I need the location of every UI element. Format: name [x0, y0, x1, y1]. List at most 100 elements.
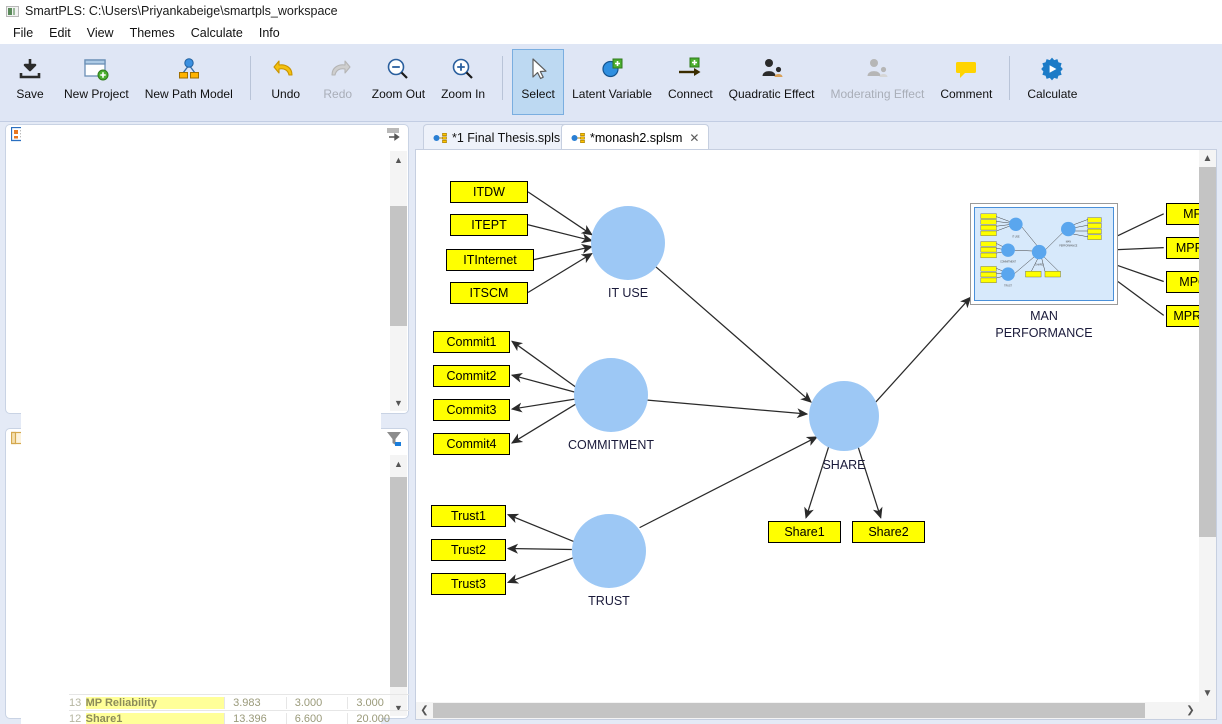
latent-variable-share[interactable]: [809, 381, 879, 451]
connect-label: Connect: [667, 87, 713, 101]
smartpls-window: SmartPLS: C:\Users\Priyankabeige\smartpl…: [0, 0, 1222, 724]
moderating-effect-button[interactable]: Moderating Effect: [822, 49, 932, 115]
menu-info[interactable]: Info: [251, 24, 288, 42]
filter-icon[interactable]: [386, 431, 403, 452]
canvas-horizontal-scrollbar[interactable]: ❮ ❯: [416, 702, 1199, 719]
latent-variable-label: Latent Variable: [572, 87, 652, 101]
select-tool-button[interactable]: Select: [512, 49, 565, 115]
zoom-in-label: Zoom In: [441, 87, 486, 101]
menu-view[interactable]: View: [79, 24, 122, 42]
path-model-canvas[interactable]: ITDW ITEPT ITInternet ITSCM IT USE Commi…: [416, 150, 1199, 702]
select-cursor-icon: [525, 54, 551, 84]
path-model-icon: [571, 132, 585, 144]
comment-button[interactable]: Comment: [932, 49, 1000, 115]
new-project-label: New Project: [64, 87, 129, 101]
path-model-icon: [433, 132, 447, 144]
indicator-mpqu[interactable]: MPQu: [1166, 271, 1199, 293]
svg-text:SHARE: SHARE: [1035, 264, 1043, 267]
menu-edit[interactable]: Edit: [41, 24, 79, 42]
indicator-itept[interactable]: ITEPT: [450, 214, 528, 236]
moderating-effect-label: Moderating Effect: [830, 87, 925, 101]
tab-monash2[interactable]: *monash2.splsm ✕: [561, 124, 710, 150]
results-mini-table: 13 MP Reliability 3.983 3.000 3.000 12 S…: [69, 694, 409, 724]
tab-final-thesis[interactable]: *1 Final Thesis.splsm: [423, 124, 581, 150]
canvas-container: ITDW ITEPT ITInternet ITSCM IT USE Commi…: [415, 149, 1217, 720]
close-icon[interactable]: ✕: [689, 131, 699, 145]
indicator-trust1[interactable]: Trust1: [431, 505, 506, 527]
new-path-model-button[interactable]: New Path Model: [137, 49, 241, 115]
indicator-mpc[interactable]: MPC: [1166, 203, 1199, 225]
results-panel-scrollbar[interactable]: ▲ ▼: [390, 455, 407, 716]
scroll-down-icon[interactable]: ▼: [1199, 685, 1216, 702]
indicator-itdw[interactable]: ITDW: [450, 181, 528, 203]
main-toolbar: Save New Project New Path Model Undo Red…: [0, 44, 1222, 122]
window-title: SmartPLS: C:\Users\Priyankabeige\smartpl…: [25, 4, 338, 18]
latent-variable-commitment[interactable]: [574, 358, 648, 432]
thumbnail-mini-diagram: IT USE COMMITMENT TRUST SHARE MAN PERFOR…: [980, 213, 1102, 288]
latent-variable-trust[interactable]: [572, 514, 646, 588]
menu-themes[interactable]: Themes: [122, 24, 183, 42]
indicator-mpflex[interactable]: MPFlex: [1166, 237, 1199, 259]
scroll-down-icon[interactable]: ▼: [390, 394, 407, 411]
indicator-mprelia[interactable]: MPRelia: [1166, 305, 1199, 327]
indicator-commit2[interactable]: Commit2: [433, 365, 510, 387]
man-performance-preview-thumbnail[interactable]: IT USE COMMITMENT TRUST SHARE MAN PERFOR…: [970, 203, 1118, 305]
indicator-share1[interactable]: Share1: [768, 521, 841, 543]
scroll-up-icon[interactable]: ▲: [390, 151, 407, 168]
row-value-2: 3.000: [285, 696, 348, 709]
menu-bar: File Edit View Themes Calculate Info: [0, 22, 1222, 44]
undo-button[interactable]: Undo: [260, 49, 312, 115]
latent-variable-trust-label: TRUST: [588, 594, 630, 608]
latent-variable-it-use[interactable]: [591, 206, 665, 280]
zoom-out-label: Zoom Out: [371, 87, 426, 101]
model-editor: *1 Final Thesis.splsm *monash2.splsm ✕ I…: [415, 124, 1217, 720]
latent-variable-icon: [599, 54, 625, 84]
indicator-trust2[interactable]: Trust2: [431, 539, 506, 561]
scroll-thumb[interactable]: [390, 477, 407, 687]
calculate-button[interactable]: Calculate: [1019, 49, 1085, 115]
scroll-up-icon[interactable]: ▲: [1199, 150, 1216, 167]
new-project-button[interactable]: New Project: [56, 49, 137, 115]
minimize-panel-icon[interactable]: [386, 127, 403, 147]
zoom-in-button[interactable]: Zoom In: [433, 49, 493, 115]
indicator-commit4[interactable]: Commit4: [433, 433, 510, 455]
row-value-1: 3.983: [224, 696, 286, 709]
save-icon: [17, 54, 43, 84]
scroll-right-icon[interactable]: ❯: [1182, 702, 1199, 719]
scroll-left-icon[interactable]: ❮: [416, 702, 433, 719]
indicator-itscm[interactable]: ITSCM: [450, 282, 528, 304]
scroll-thumb[interactable]: [1199, 167, 1216, 537]
tab-label: *monash2.splsm: [590, 130, 683, 145]
row-value-2: 6.600: [285, 712, 348, 724]
project-explorer-scrollbar[interactable]: ▲ ▼: [390, 151, 407, 411]
menu-calculate[interactable]: Calculate: [183, 24, 251, 42]
menu-file[interactable]: File: [5, 24, 41, 42]
indicator-commit1[interactable]: Commit1: [433, 331, 510, 353]
svg-text:COMMITMENT: COMMITMENT: [1000, 262, 1017, 264]
zoom-out-button[interactable]: Zoom Out: [364, 49, 433, 115]
smartpls-icon: [6, 5, 19, 17]
scroll-thumb[interactable]: [390, 206, 407, 326]
indicator-share2[interactable]: Share2: [852, 521, 925, 543]
row-value-1: 13.396: [224, 712, 286, 724]
row-index: 13: [69, 696, 82, 709]
save-button[interactable]: Save: [4, 49, 56, 115]
indicator-itinternet[interactable]: ITInternet: [446, 249, 534, 271]
indicator-trust3[interactable]: Trust3: [431, 573, 506, 595]
redo-button[interactable]: Redo: [312, 49, 364, 115]
indicator-commit3[interactable]: Commit3: [433, 399, 510, 421]
scroll-up-icon[interactable]: ▲: [390, 455, 407, 472]
zoom-in-icon: [450, 54, 476, 84]
scroll-thumb[interactable]: [433, 703, 1145, 718]
tab-label: *1 Final Thesis.splsm: [452, 130, 571, 145]
quadratic-effect-button[interactable]: Quadratic Effect: [721, 49, 823, 115]
table-row[interactable]: 12 Share1 13.396 6.600 20.000: [69, 710, 409, 724]
redo-label: Redo: [323, 87, 353, 101]
overlay-pane-upper: [21, 126, 111, 410]
connect-button[interactable]: Connect: [660, 49, 721, 115]
canvas-vertical-scrollbar[interactable]: ▲ ▼: [1199, 150, 1216, 702]
row-value-3: 20.000: [347, 712, 409, 724]
toolbar-separator-1: [249, 56, 251, 100]
latent-variable-button[interactable]: Latent Variable: [564, 49, 660, 115]
table-row[interactable]: 13 MP Reliability 3.983 3.000 3.000: [69, 694, 409, 710]
